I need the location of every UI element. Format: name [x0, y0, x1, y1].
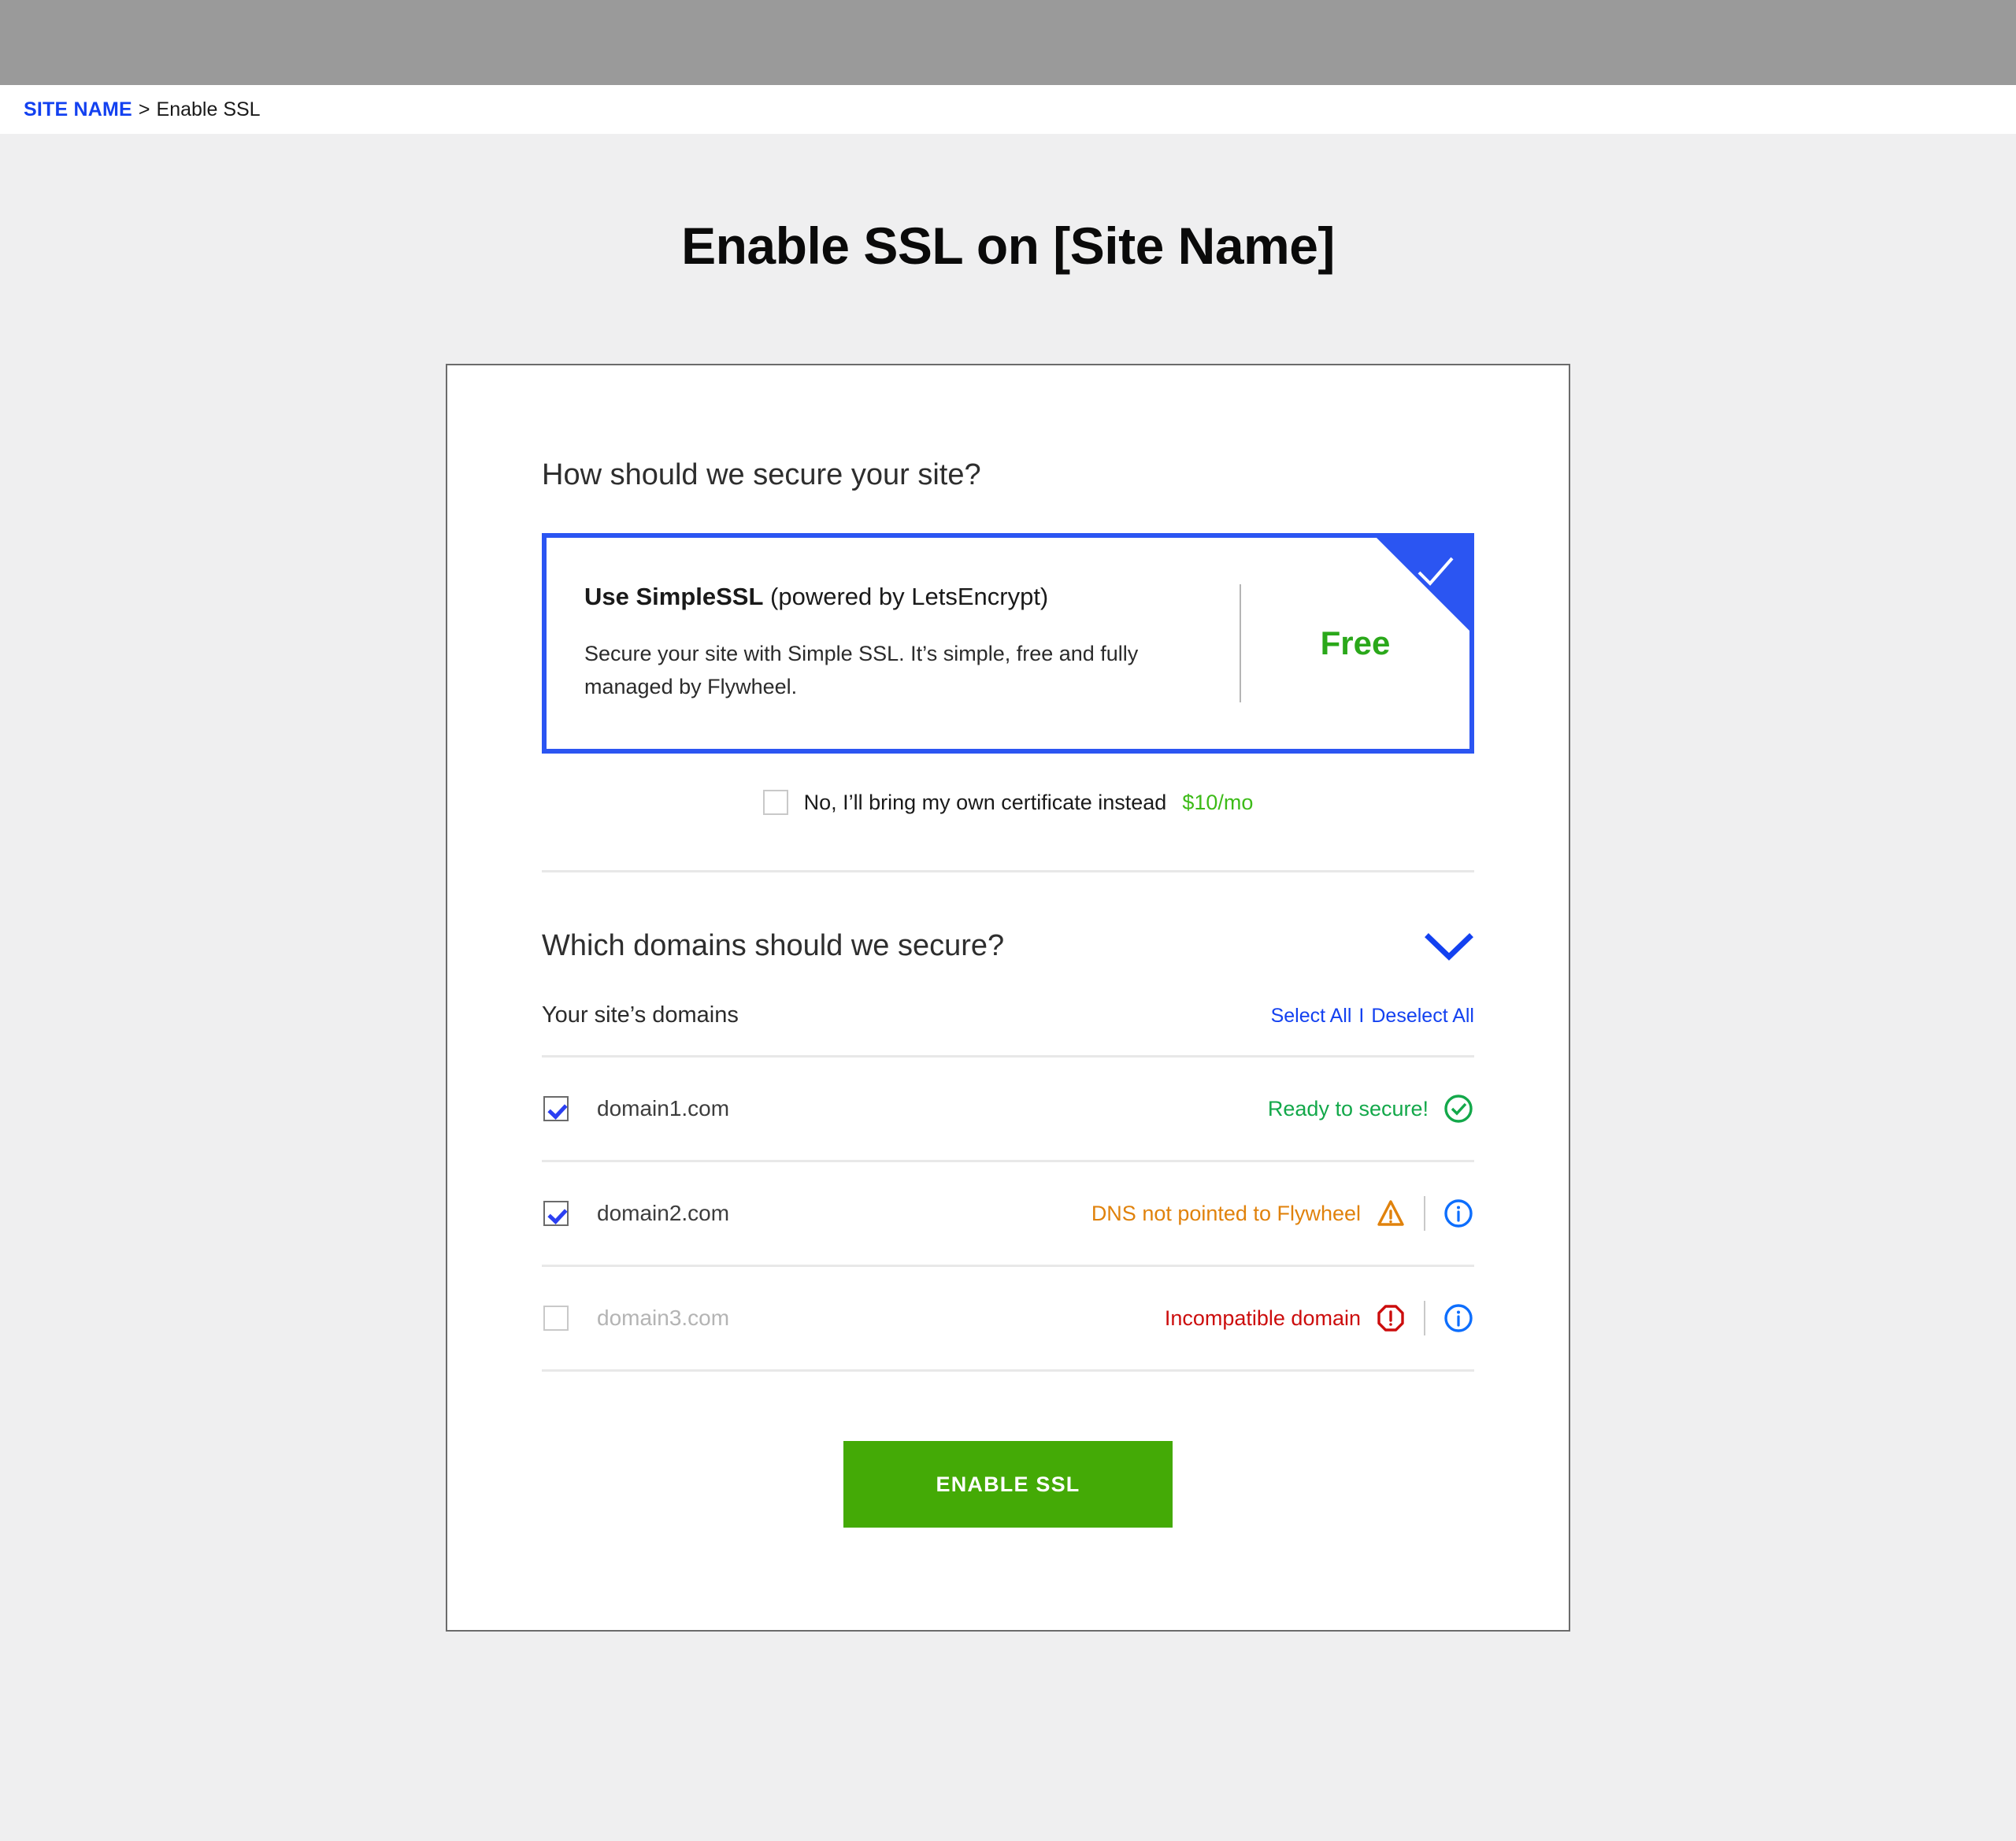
breadcrumb-separator: >: [138, 98, 150, 120]
breadcrumb-site-link[interactable]: SITE NAME: [24, 98, 132, 121]
info-icon[interactable]: [1443, 1302, 1474, 1334]
domain-name: domain3.com: [597, 1306, 730, 1330]
icon-separator: [1424, 1196, 1425, 1231]
own-certificate-option[interactable]: No, I’ll bring my own certificate instea…: [542, 790, 1474, 815]
icon-separator: [1424, 1301, 1425, 1335]
domains-section-heading: Which domains should we secure?: [542, 929, 1005, 962]
top-chrome-bar: [0, 0, 2016, 85]
domains-section-header: Which domains should we secure?: [542, 872, 1474, 963]
own-certificate-checkbox[interactable]: [762, 790, 788, 815]
own-certificate-price: $10/mo: [1182, 790, 1254, 814]
submit-row: ENABLE SSL: [542, 1441, 1474, 1528]
domains-subheader: Your site’s domains Select All I Deselect …: [542, 1002, 1474, 1028]
domains-subheading: Your site’s domains: [542, 1002, 739, 1028]
own-certificate-label: No, I’ll bring my own certificate instea…: [803, 790, 1167, 814]
info-icon[interactable]: [1443, 1198, 1474, 1229]
secure-section-heading: How should we secure your site?: [542, 458, 981, 491]
deselect-all-link[interactable]: Deselect All: [1371, 1005, 1474, 1027]
page-title: Enable SSL on [Site Name]: [681, 217, 1335, 275]
simplessl-title: Use SimpleSSL (powered by LetsEncrypt): [584, 583, 1216, 611]
domain-list: domain1.com Ready to secure! domain2.com…: [542, 1055, 1474, 1372]
simplessl-price: Free: [1320, 624, 1391, 661]
table-row[interactable]: domain2.com DNS not pointed to Flywheel: [542, 1162, 1474, 1267]
simplessl-option-card[interactable]: Use SimpleSSL (powered by LetsEncrypt) S…: [542, 533, 1474, 754]
chevron-down-icon[interactable]: [1424, 931, 1474, 962]
domain-checkbox[interactable]: [543, 1306, 569, 1331]
enable-ssl-button[interactable]: ENABLE SSL: [843, 1441, 1173, 1528]
enable-ssl-panel: How should we secure your site? Use Simp…: [446, 364, 1570, 1632]
domain-name: domain2.com: [597, 1201, 730, 1225]
domain-checkbox[interactable]: [543, 1201, 569, 1226]
status-badge: Ready to secure!: [1267, 1096, 1429, 1121]
simplessl-title-strong: Use SimpleSSL: [584, 583, 764, 611]
select-controls: Select All I Deselect All: [1271, 1005, 1474, 1028]
circle-check-icon: [1444, 1095, 1473, 1123]
check-icon: [1418, 557, 1454, 586]
domain-checkbox[interactable]: [543, 1096, 569, 1121]
breadcrumb-current: Enable SSL: [156, 98, 261, 120]
simplessl-title-rest: (powered by LetsEncrypt): [763, 583, 1049, 611]
table-row[interactable]: domain3.com Incompatible domain: [542, 1267, 1474, 1372]
select-all-link[interactable]: Select All: [1271, 1005, 1352, 1027]
select-links-separator: I: [1358, 1005, 1365, 1027]
domain-name: domain1.com: [597, 1096, 730, 1121]
warning-triangle-icon: [1377, 1200, 1404, 1226]
status-badge: DNS not pointed to Flywheel: [1091, 1201, 1361, 1225]
breadcrumb: SITE NAME > Enable SSL: [0, 85, 2016, 134]
simplessl-description: Secure your site with Simple SSL. It’s s…: [584, 642, 1139, 698]
table-row[interactable]: domain1.com Ready to secure!: [542, 1058, 1474, 1162]
octagon-alert-icon: [1377, 1305, 1404, 1332]
status-badge: Incompatible domain: [1164, 1306, 1361, 1330]
